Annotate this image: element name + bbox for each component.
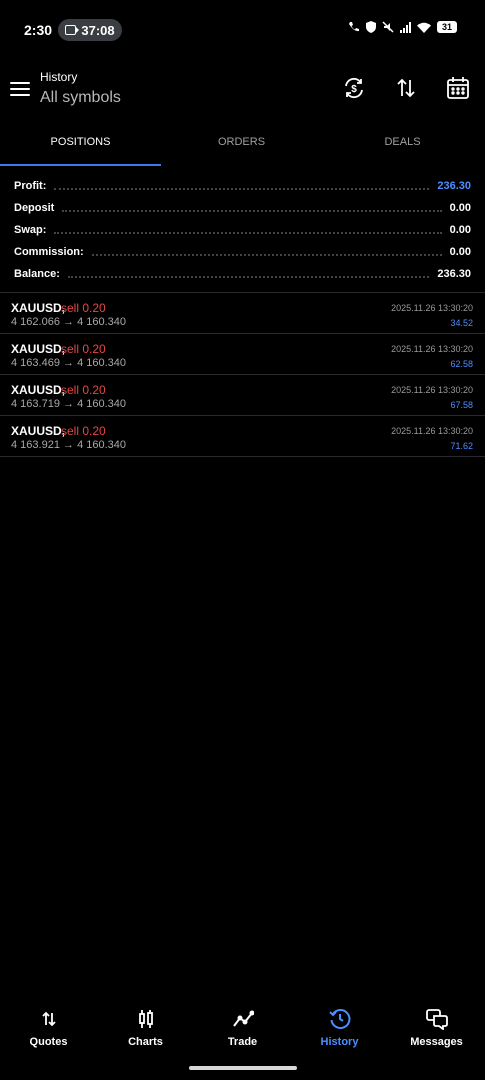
summary-label: Swap: — [14, 224, 47, 236]
tab-deals[interactable]: DEALS — [322, 128, 483, 166]
position-symbol: XAUUSD, — [11, 342, 66, 356]
summary-value: 0.00 — [449, 246, 471, 258]
dot-leader — [67, 276, 430, 278]
quotes-icon — [0, 1008, 97, 1030]
summary-row-commission: Commission: 0.00 — [0, 241, 485, 263]
position-time: 2025.11.26 13:30:20 — [391, 385, 473, 395]
menu-icon[interactable] — [10, 82, 30, 96]
mute-icon — [382, 21, 394, 33]
charts-icon — [97, 1008, 194, 1030]
dot-leader — [54, 232, 442, 234]
nav-label: Trade — [227, 1036, 258, 1048]
trade-icon — [194, 1008, 291, 1030]
list-item[interactable]: XAUUSD, sell 0.20 4 163.469 → 4 160.340 … — [0, 333, 485, 374]
position-profit: 67.58 — [450, 400, 473, 410]
summary-row-profit: Profit: 236.30 — [0, 175, 485, 197]
nav-quotes[interactable]: Quotes — [0, 1005, 97, 1055]
positions-list: XAUUSD, sell 0.20 4 162.066 → 4 160.340 … — [0, 292, 485, 457]
nav-label: Messages — [410, 1036, 463, 1048]
summary-panel: Profit: 236.30 Deposit 0.00 Swap: 0.00 C… — [0, 175, 485, 285]
arrow: → — [63, 316, 74, 328]
open-price: 4 163.469 — [11, 357, 60, 369]
currency-exchange-icon[interactable]: $ — [341, 75, 367, 101]
call-timer-pill[interactable]: 37:08 — [58, 19, 122, 41]
summary-row-swap: Swap: 0.00 — [0, 219, 485, 241]
call-timer: 37:08 — [81, 22, 115, 38]
phone-wifi-icon — [349, 22, 359, 32]
dot-leader — [91, 254, 442, 256]
position-side: sell 0.20 — [61, 342, 106, 356]
summary-label: Commission: — [14, 246, 84, 258]
page-title: History — [40, 70, 78, 84]
summary-row-deposit: Deposit 0.00 — [0, 197, 485, 219]
close-price: 4 160.340 — [77, 357, 126, 369]
arrow: → — [63, 357, 74, 369]
summary-value: 236.30 — [437, 180, 471, 192]
summary-value: 0.00 — [449, 202, 471, 214]
position-symbol: XAUUSD, — [11, 301, 66, 315]
arrow: → — [63, 439, 74, 451]
sort-icon[interactable] — [393, 75, 419, 101]
bottom-nav: Quotes Charts Trade History Messages — [0, 1005, 485, 1055]
position-prices: 4 163.469 → 4 160.340 — [11, 357, 126, 369]
wifi-icon — [417, 22, 431, 33]
nav-label: Quotes — [29, 1036, 68, 1048]
history-tabs: POSITIONS ORDERS DEALS — [0, 128, 485, 166]
position-prices: 4 162.066 → 4 160.340 — [11, 316, 126, 328]
tab-orders[interactable]: ORDERS — [161, 128, 322, 166]
status-clock: 2:30 — [24, 22, 53, 38]
position-symbol: XAUUSD, — [11, 424, 66, 438]
nav-label: History — [320, 1036, 359, 1048]
summary-label: Deposit — [14, 202, 55, 214]
position-profit: 71.62 — [450, 441, 473, 451]
open-price: 4 162.066 — [11, 316, 60, 328]
position-time: 2025.11.26 13:30:20 — [391, 426, 473, 436]
history-icon — [291, 1008, 388, 1030]
position-profit: 62.58 — [450, 359, 473, 369]
list-item[interactable]: XAUUSD, sell 0.20 4 163.921 → 4 160.340 … — [0, 415, 485, 457]
position-profit: 34.52 — [450, 318, 473, 328]
open-price: 4 163.921 — [11, 439, 60, 451]
svg-text:$: $ — [351, 84, 357, 95]
open-price: 4 163.719 — [11, 398, 60, 410]
summary-value: 236.30 — [437, 268, 471, 280]
signal-icon — [400, 21, 411, 33]
messages-icon — [388, 1008, 485, 1030]
summary-row-balance: Balance: 236.30 — [0, 263, 485, 285]
position-time: 2025.11.26 13:30:20 — [391, 303, 473, 313]
summary-label: Profit: — [14, 180, 47, 192]
nav-messages[interactable]: Messages — [388, 1005, 485, 1055]
position-prices: 4 163.921 → 4 160.340 — [11, 439, 126, 451]
position-prices: 4 163.719 → 4 160.340 — [11, 398, 126, 410]
status-icons: 31 — [348, 21, 457, 33]
position-side: sell 0.20 — [61, 424, 106, 438]
battery-icon: 31 — [437, 21, 457, 33]
tab-positions[interactable]: POSITIONS — [0, 128, 161, 166]
position-side: sell 0.20 — [61, 301, 106, 315]
dot-leader — [54, 188, 430, 190]
position-side: sell 0.20 — [61, 383, 106, 397]
position-symbol: XAUUSD, — [11, 383, 66, 397]
status-bar: 2:30 37:08 31 — [0, 0, 485, 60]
nav-charts[interactable]: Charts — [97, 1005, 194, 1055]
close-price: 4 160.340 — [77, 439, 126, 451]
close-price: 4 160.340 — [77, 398, 126, 410]
nav-trade[interactable]: Trade — [194, 1005, 291, 1055]
video-call-icon — [65, 25, 80, 35]
close-price: 4 160.340 — [77, 316, 126, 328]
shield-status-icon — [366, 21, 376, 33]
dot-leader — [62, 210, 442, 212]
position-time: 2025.11.26 13:30:20 — [391, 344, 473, 354]
app-header: History All symbols $ — [0, 60, 485, 120]
list-item[interactable]: XAUUSD, sell 0.20 4 163.719 → 4 160.340 … — [0, 374, 485, 415]
nav-label: Charts — [128, 1036, 163, 1048]
nav-history[interactable]: History — [291, 1005, 388, 1055]
list-item[interactable]: XAUUSD, sell 0.20 4 162.066 → 4 160.340 … — [0, 292, 485, 333]
symbol-filter[interactable]: All symbols — [40, 89, 121, 107]
calendar-icon[interactable] — [445, 75, 471, 101]
summary-label: Balance: — [14, 268, 60, 280]
home-indicator[interactable] — [189, 1066, 297, 1070]
summary-value: 0.00 — [449, 224, 471, 236]
arrow: → — [63, 398, 74, 410]
